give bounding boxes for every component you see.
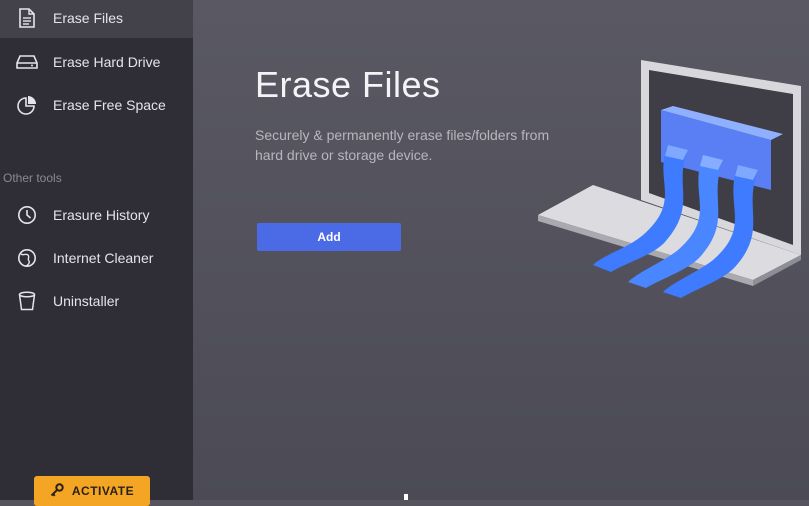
page-title: Erase Files bbox=[255, 64, 441, 105]
main-panel: Erase Files Securely & permanently erase… bbox=[193, 0, 809, 500]
sidebar-item-label: Erasure History bbox=[53, 207, 150, 223]
sidebar-item-erase-files[interactable]: Erase Files bbox=[0, 0, 193, 38]
sidebar-item-internet-cleaner[interactable]: Internet Cleaner bbox=[0, 238, 193, 278]
sidebar-item-uninstaller[interactable]: Uninstaller bbox=[0, 281, 193, 321]
page-subtitle: Securely & permanently erase files/folde… bbox=[255, 127, 550, 163]
pie-chart-icon bbox=[16, 94, 38, 116]
key-icon bbox=[50, 482, 64, 500]
sidebar-item-label: Erase Free Space bbox=[53, 97, 166, 113]
sidebar: Erase Files Erase Hard Drive Erase Free … bbox=[0, 0, 193, 506]
activate-label: ACTIVATE bbox=[71, 484, 135, 498]
document-icon bbox=[16, 7, 38, 29]
globe-icon bbox=[16, 247, 38, 269]
sidebar-item-label: Uninstaller bbox=[53, 293, 120, 309]
hard-drive-icon bbox=[16, 51, 38, 73]
sidebar-item-erasure-history[interactable]: Erasure History bbox=[0, 195, 193, 235]
sidebar-item-label: Erase Files bbox=[53, 10, 124, 26]
mouse-cursor bbox=[404, 494, 408, 500]
sidebar-item-erase-hard-drive[interactable]: Erase Hard Drive bbox=[0, 42, 193, 82]
add-button[interactable]: Add bbox=[257, 223, 401, 251]
section-label-other-tools: Other tools bbox=[3, 171, 62, 185]
sidebar-item-erase-free-space[interactable]: Erase Free Space bbox=[0, 85, 193, 125]
activate-button[interactable]: ACTIVATE bbox=[34, 476, 150, 506]
sidebar-item-label: Erase Hard Drive bbox=[53, 54, 161, 70]
sidebar-item-label: Internet Cleaner bbox=[53, 250, 154, 266]
clock-icon bbox=[16, 204, 38, 226]
trash-icon bbox=[16, 290, 38, 312]
laptop-shredder-illustration bbox=[533, 50, 803, 310]
